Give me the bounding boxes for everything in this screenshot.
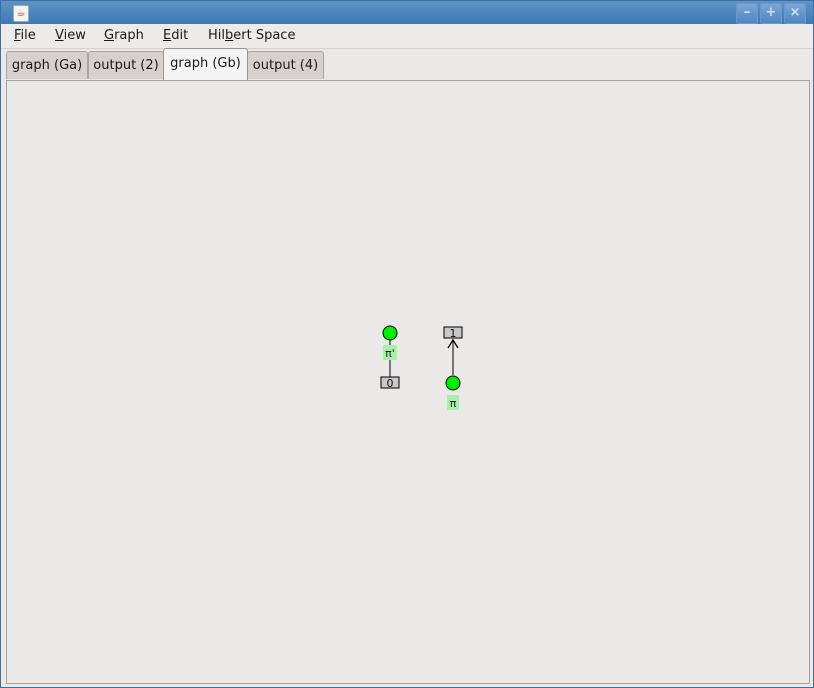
application-window: ☕ – + × File View Graph Edit Hilbert Spa…: [0, 0, 814, 688]
menu-view-label-rest: iew: [63, 28, 86, 43]
graph-canvas[interactable]: π' 0 1 π: [6, 80, 810, 684]
menu-edit-mnemonic: E: [163, 28, 172, 43]
maximize-button[interactable]: +: [760, 3, 782, 24]
spider-node-b[interactable]: [445, 375, 461, 391]
minimize-button[interactable]: –: [736, 3, 758, 24]
tab-strip: graph (Ga) output (2) graph (Gb) output …: [1, 48, 813, 81]
menu-view[interactable]: View: [55, 28, 86, 43]
tab-output-2[interactable]: output (2): [88, 51, 164, 79]
menu-graph-label-rest: raph: [114, 28, 144, 43]
menu-hilbert-label-pre: Hil: [208, 28, 225, 43]
menu-file-label-rest: ile: [20, 28, 36, 43]
tab-graph-ga[interactable]: graph (Ga): [6, 51, 88, 79]
spider-a-label: π': [385, 347, 395, 360]
menu-view-mnemonic: V: [55, 28, 64, 43]
title-bar[interactable]: ☕ – + ×: [1, 1, 813, 24]
menu-edit[interactable]: Edit: [163, 28, 188, 43]
tab-output-4[interactable]: output (4): [247, 51, 324, 79]
menu-edit-label-rest: dit: [171, 28, 189, 43]
tab-graph-gb[interactable]: graph (Gb): [163, 48, 248, 80]
spider-node-a[interactable]: [382, 325, 398, 341]
menu-graph[interactable]: Graph: [104, 28, 144, 43]
menu-bar: File View Graph Edit Hilbert Space: [1, 24, 813, 49]
graph-svg[interactable]: π' 0 1 π: [7, 81, 809, 683]
boundary-0-label: 0: [387, 377, 394, 390]
menu-graph-mnemonic: G: [104, 28, 115, 43]
menu-file[interactable]: File: [14, 28, 36, 43]
close-button[interactable]: ×: [784, 3, 806, 24]
java-cup-icon: ☕: [13, 5, 29, 22]
menu-hilbert-space[interactable]: Hilbert Space: [208, 28, 295, 43]
spider-b-label: π: [450, 397, 457, 410]
menu-hilbert-label-rest: ert Space: [233, 28, 296, 43]
boundary-1-label: 1: [450, 327, 457, 340]
